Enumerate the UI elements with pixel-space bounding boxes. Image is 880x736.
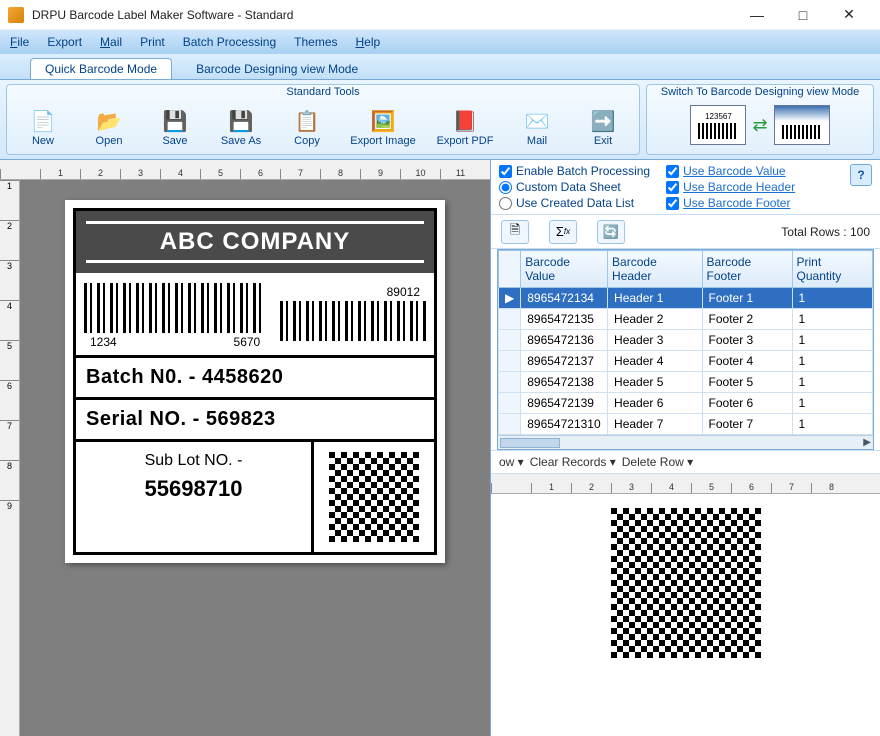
data-pane: Enable Batch Processing Custom Data Shee… (490, 160, 880, 736)
pdf-icon: 📕 (451, 107, 479, 135)
copy-icon: 📋 (293, 107, 321, 135)
menu-export[interactable]: Export (47, 35, 82, 49)
table-row[interactable]: 8965472137Header 4Footer 41 (499, 351, 873, 372)
design-canvas[interactable]: ABC COMPANY 12345670 89012 (20, 180, 490, 736)
import-button[interactable]: 🗎 (501, 220, 529, 244)
sublot-cell: Sub Lot NO. - 55698710 (76, 442, 314, 552)
maximize-button[interactable]: □ (780, 0, 826, 30)
label-preview[interactable]: ABC COMPANY 12345670 89012 (65, 200, 445, 563)
menu-file[interactable]: File (10, 35, 29, 49)
design-thumb-icon (774, 105, 830, 145)
serial-number: Serial NO. - 569823 (76, 400, 434, 442)
switch-mode-header: Switch To Barcode Designing view Mode (647, 85, 873, 99)
batch-number: Batch N0. - 4458620 (76, 358, 434, 400)
col-barcode-value[interactable]: Barcode Value (521, 251, 608, 288)
qr-cell (314, 442, 434, 552)
preview-qr-code (611, 508, 761, 658)
custom-data-radio[interactable]: Custom Data Sheet (499, 180, 650, 194)
export-pdf-button[interactable]: 📕Export PDF (429, 101, 501, 153)
row-dropdown[interactable]: ow ▾ (499, 455, 524, 469)
help-button[interactable]: ? (850, 164, 872, 186)
toolbar: Standard Tools 📄New 📂Open 💾Save 💾Save As… (0, 80, 880, 160)
save-icon: 💾 (161, 107, 189, 135)
clear-records-dropdown[interactable]: Clear Records ▾ (530, 455, 616, 469)
company-header: ABC COMPANY (76, 211, 434, 273)
table-row[interactable]: ▶8965472134Header 1Footer 11 (499, 288, 873, 309)
mode-tabs: Quick Barcode Mode Barcode Designing vie… (0, 54, 880, 80)
use-barcode-header-link[interactable]: Use Barcode Header (666, 180, 795, 194)
refresh-button[interactable]: 🔄 (597, 220, 625, 244)
menu-mail[interactable]: Mail (100, 35, 122, 49)
mail-button[interactable]: ✉️Mail (507, 101, 567, 153)
barcode-thumb-icon: 123567 (690, 105, 746, 145)
new-button[interactable]: 📄New (13, 101, 73, 153)
grid-scrollbar[interactable]: ▶ (498, 435, 873, 449)
menu-themes[interactable]: Themes (294, 35, 337, 49)
created-data-radio[interactable]: Use Created Data List (499, 196, 650, 210)
row-operations: ow ▾ Clear Records ▾ Delete Row ▾ (491, 450, 880, 474)
table-toolbar: 🗎 Σfx 🔄 Total Rows : 100 (491, 215, 880, 249)
switch-mode-button[interactable]: 123567 ⇄ (647, 99, 873, 151)
swap-icon: ⇄ (752, 115, 767, 136)
image-icon: 🖼️ (369, 107, 397, 135)
open-button[interactable]: 📂Open (79, 101, 139, 153)
copy-button[interactable]: 📋Copy (277, 101, 337, 153)
ruler-horizontal: 1234567891011 (0, 160, 490, 180)
use-barcode-footer-link[interactable]: Use Barcode Footer (666, 196, 795, 210)
enable-batch-checkbox[interactable]: Enable Batch Processing (499, 164, 650, 178)
menu-batch[interactable]: Batch Processing (183, 35, 276, 49)
main-area: 1234567891011 123456789 ABC COMPANY (0, 160, 880, 736)
file-icon: 📄 (29, 107, 57, 135)
table-row[interactable]: 8965472138Header 5Footer 51 (499, 372, 873, 393)
tab-designing-view[interactable]: Barcode Designing view Mode (190, 59, 364, 79)
table-row[interactable]: 8965472136Header 3Footer 31 (499, 330, 873, 351)
window-title: DRPU Barcode Label Maker Software - Stan… (32, 8, 734, 22)
standard-tools-group: Standard Tools 📄New 📂Open 💾Save 💾Save As… (6, 84, 640, 155)
titlebar: DRPU Barcode Label Maker Software - Stan… (0, 0, 880, 30)
exit-button[interactable]: ➡️Exit (573, 101, 633, 153)
col-barcode-header[interactable]: Barcode Header (608, 251, 702, 288)
formula-button[interactable]: Σfx (549, 220, 577, 244)
table-row[interactable]: 89654721310Header 7Footer 71 (499, 414, 873, 435)
save-button[interactable]: 💾Save (145, 101, 205, 153)
total-rows-label: Total Rows : 100 (781, 225, 870, 239)
ruler-vertical: 123456789 (0, 180, 20, 736)
folder-open-icon: 📂 (95, 107, 123, 135)
qr-code-icon (329, 452, 419, 542)
tab-quick-barcode[interactable]: Quick Barcode Mode (30, 58, 172, 79)
save-as-button[interactable]: 💾Save As (211, 101, 271, 153)
export-image-button[interactable]: 🖼️Export Image (343, 101, 423, 153)
batch-options: Enable Batch Processing Custom Data Shee… (491, 160, 880, 215)
data-grid[interactable]: Barcode Value Barcode Header Barcode Foo… (497, 249, 874, 450)
table-row[interactable]: 8965472135Header 2Footer 21 (499, 309, 873, 330)
use-barcode-value-link[interactable]: Use Barcode Value (666, 164, 795, 178)
standard-tools-header: Standard Tools (7, 85, 639, 99)
switch-mode-group: Switch To Barcode Designing view Mode 12… (646, 84, 874, 155)
minimize-button[interactable]: — (734, 0, 780, 30)
preview-ruler: 12345678 (491, 474, 880, 494)
app-icon (8, 7, 24, 23)
menubar: File Export Mail Print Batch Processing … (0, 30, 880, 54)
menu-help[interactable]: Help (356, 35, 381, 49)
canvas-pane: 1234567891011 123456789 ABC COMPANY (0, 160, 490, 736)
exit-icon: ➡️ (589, 107, 617, 135)
col-barcode-footer[interactable]: Barcode Footer (702, 251, 792, 288)
save-as-icon: 💾 (227, 107, 255, 135)
menu-print[interactable]: Print (140, 35, 165, 49)
barcode-1: 12345670 (84, 283, 266, 351)
barcode-2: 89012 (280, 283, 426, 351)
table-row[interactable]: 8965472139Header 6Footer 61 (499, 393, 873, 414)
close-button[interactable]: ✕ (826, 0, 872, 30)
col-print-quantity[interactable]: Print Quantity (792, 251, 872, 288)
delete-row-dropdown[interactable]: Delete Row ▾ (622, 455, 693, 469)
mail-icon: ✉️ (523, 107, 551, 135)
barcode-preview-pane: 12345678 (491, 474, 880, 736)
